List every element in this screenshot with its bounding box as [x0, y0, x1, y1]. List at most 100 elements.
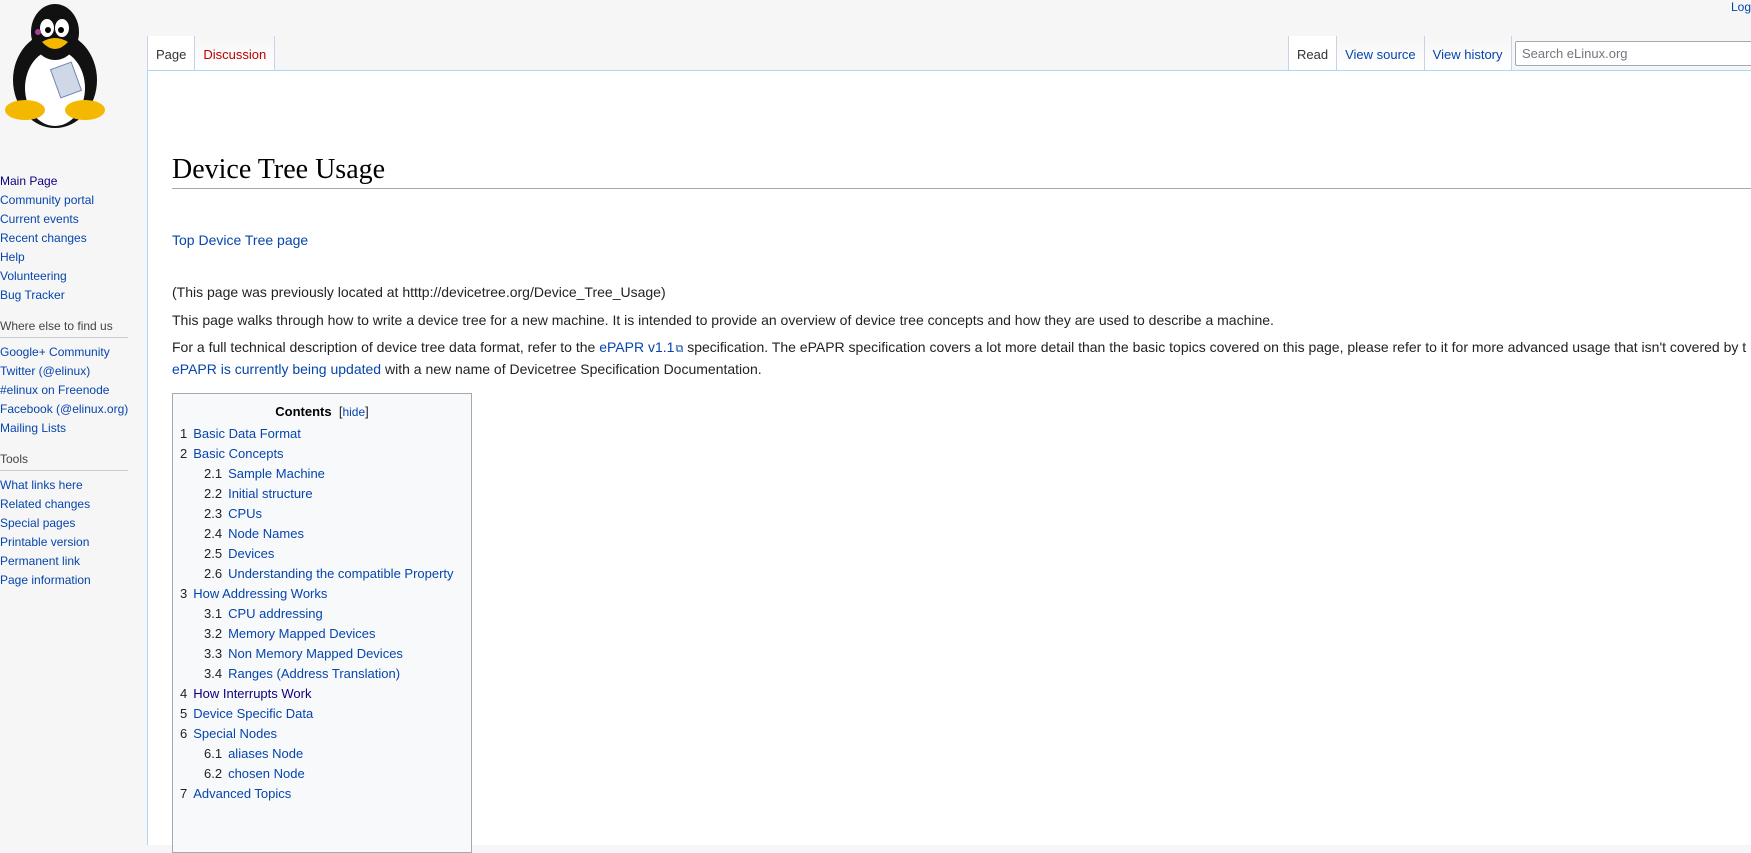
sidebar-link[interactable]: Page information [0, 573, 91, 587]
login-link[interactable]: Log [1731, 0, 1751, 14]
toc-item[interactable]: 5 Device Specific Data [180, 704, 464, 724]
tab-view-source[interactable]: View source [1337, 36, 1425, 71]
tab-view-history-label[interactable]: View history [1433, 47, 1503, 62]
site-logo[interactable] [0, 0, 131, 140]
sidebar-item-permanent-link[interactable]: Permanent link [0, 552, 131, 571]
sidebar-link[interactable]: Mailing Lists [0, 421, 66, 435]
toc-link[interactable]: Initial structure [228, 486, 313, 501]
toc-hide-link[interactable]: hide [342, 405, 365, 419]
sidebar-link[interactable]: Recent changes [0, 231, 87, 245]
toc-link[interactable]: Node Names [228, 526, 304, 541]
toc-text: Non Memory Mapped Devices [228, 646, 403, 661]
sidebar-item-main-page[interactable]: Main Page [0, 172, 131, 191]
sidebar-item-facebook[interactable]: Facebook (@elinux.org) [0, 400, 131, 419]
toc-item[interactable]: 6 Special Nodes [180, 724, 464, 744]
sidebar-find-us: Where else to find us Google+ Community … [0, 319, 131, 438]
sidebar-item-what-links-here[interactable]: What links here [0, 476, 131, 495]
sidebar-link[interactable]: Main Page [0, 174, 57, 188]
sidebar-item-volunteering[interactable]: Volunteering [0, 267, 131, 286]
toc-link[interactable]: Basic Concepts [193, 446, 283, 461]
toc-link[interactable]: How Interrupts Work [193, 686, 311, 701]
toc-link[interactable]: Advanced Topics [193, 786, 291, 801]
toc-link[interactable]: Special Nodes [193, 726, 277, 741]
toc-link[interactable]: Non Memory Mapped Devices [228, 646, 403, 661]
sidebar-link[interactable]: Help [0, 250, 25, 264]
sidebar-link[interactable]: Bug Tracker [0, 288, 65, 302]
sidebar-link[interactable]: Volunteering [0, 269, 67, 283]
sidebar-link[interactable]: Printable version [0, 535, 89, 549]
toc-item[interactable]: 3.4 Ranges (Address Translation) [180, 664, 464, 684]
toc-item[interactable]: 7 Advanced Topics [180, 784, 464, 804]
sidebar-item-twitter[interactable]: Twitter (@elinux) [0, 362, 131, 381]
toc-link[interactable]: CPU addressing [228, 606, 323, 621]
toc-item[interactable]: 2 Basic Concepts [180, 444, 464, 464]
toc-item[interactable]: 1 Basic Data Format [180, 424, 464, 444]
sidebar-item-freenode[interactable]: #elinux on Freenode [0, 381, 131, 400]
toc-link[interactable]: chosen Node [228, 766, 305, 781]
sidebar-link[interactable]: Current events [0, 212, 79, 226]
sidebar-item-current-events[interactable]: Current events [0, 210, 131, 229]
toc-link[interactable]: Sample Machine [228, 466, 325, 481]
sidebar-link[interactable]: Google+ Community [0, 345, 110, 359]
toc-link[interactable]: Memory Mapped Devices [228, 626, 375, 641]
sidebar-link[interactable]: Community portal [0, 193, 94, 207]
toc-text: aliases Node [228, 746, 304, 761]
toc-item[interactable]: 6.2 chosen Node [180, 764, 464, 784]
toc-item[interactable]: 2.5 Devices [180, 544, 464, 564]
epapr-updated-link[interactable]: ePAPR is currently being updated [172, 361, 381, 377]
search-input[interactable] [1516, 42, 1751, 65]
sidebar-link[interactable]: Special pages [0, 516, 75, 530]
sidebar-item-related-changes[interactable]: Related changes [0, 495, 131, 514]
toc-item[interactable]: 2.3 CPUs [180, 504, 464, 524]
full-desc-pre: For a full technical description of devi… [172, 339, 600, 355]
sidebar-link[interactable]: What links here [0, 478, 83, 492]
toc-link[interactable]: Devices [228, 546, 274, 561]
tab-read-label[interactable]: Read [1297, 47, 1328, 62]
sidebar-link[interactable]: Twitter (@elinux) [0, 364, 90, 378]
toc-item[interactable]: 2.1 Sample Machine [180, 464, 464, 484]
top-device-tree-link[interactable]: Top Device Tree page [172, 232, 308, 248]
sidebar-link[interactable]: Related changes [0, 497, 90, 511]
toc-item[interactable]: 3 How Addressing Works [180, 584, 464, 604]
toc-item[interactable]: 4 How Interrupts Work [180, 684, 464, 704]
sidebar-item-google-plus[interactable]: Google+ Community [0, 343, 131, 362]
toc-link[interactable]: Understanding the compatible Property [228, 566, 453, 581]
tab-discussion-label[interactable]: Discussion [203, 47, 266, 62]
toc-link[interactable]: Device Specific Data [193, 706, 313, 721]
toc-item[interactable]: 2.4 Node Names [180, 524, 464, 544]
tab-view-history[interactable]: View history [1424, 36, 1512, 71]
toc-item[interactable]: 6.1 aliases Node [180, 744, 464, 764]
sidebar-item-bug-tracker[interactable]: Bug Tracker [0, 286, 131, 305]
toc-link[interactable]: Ranges (Address Translation) [228, 666, 400, 681]
sidebar-link[interactable]: Permanent link [0, 554, 80, 568]
sidebar-item-community-portal[interactable]: Community portal [0, 191, 131, 210]
sidebar-item-page-information[interactable]: Page information [0, 571, 131, 590]
toc-link[interactable]: aliases Node [228, 746, 303, 761]
sidebar-navigation: Main Page Community portal Current event… [0, 172, 131, 305]
toc-link[interactable]: How Addressing Works [193, 586, 327, 601]
sidebar-heading-tools: Tools [0, 452, 128, 471]
tab-discussion[interactable]: Discussion [195, 36, 276, 71]
tab-view-source-label[interactable]: View source [1345, 47, 1416, 62]
toc-link[interactable]: CPUs [228, 506, 262, 521]
toc-item[interactable]: 3.1 CPU addressing [180, 604, 464, 624]
tab-read[interactable]: Read [1288, 36, 1338, 71]
toc-item[interactable]: 2.6 Understanding the compatible Property [180, 564, 464, 584]
sidebar-item-help[interactable]: Help [0, 248, 131, 267]
toc-text: Device Specific Data [193, 706, 314, 721]
toc-item[interactable]: 3.3 Non Memory Mapped Devices [180, 644, 464, 664]
tab-page-label[interactable]: Page [156, 47, 186, 62]
sidebar-item-recent-changes[interactable]: Recent changes [0, 229, 131, 248]
tab-page[interactable]: Page [147, 36, 196, 71]
toc-item[interactable]: 2.2 Initial structure [180, 484, 464, 504]
sidebar-item-printable-version[interactable]: Printable version [0, 533, 131, 552]
epapr-link[interactable]: ePAPR v1.1 [599, 339, 683, 355]
sidebar-item-special-pages[interactable]: Special pages [0, 514, 131, 533]
sidebar-link[interactable]: Facebook (@elinux.org) [0, 402, 128, 416]
full-description-paragraph: For a full technical description of devi… [172, 337, 1751, 379]
sidebar-item-mailing-lists[interactable]: Mailing Lists [0, 419, 131, 438]
toc-link[interactable]: Basic Data Format [193, 426, 301, 441]
toc-number: 2.1 [204, 466, 223, 481]
toc-item[interactable]: 3.2 Memory Mapped Devices [180, 624, 464, 644]
sidebar-link[interactable]: #elinux on Freenode [0, 383, 109, 397]
